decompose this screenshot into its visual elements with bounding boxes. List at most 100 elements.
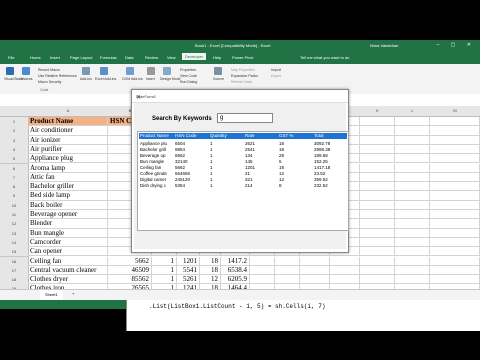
empty-cell[interactable] <box>360 247 395 257</box>
column-header-l[interactable]: L <box>395 106 431 117</box>
import-button[interactable]: Import <box>271 68 281 72</box>
listbox-cell[interactable]: 134 <box>245 153 253 158</box>
table-cell[interactable]: 5541 <box>177 265 200 276</box>
add-sheet-button[interactable]: + <box>72 291 74 296</box>
empty-cell[interactable] <box>395 219 430 229</box>
com-add-ins-icon[interactable] <box>126 67 134 75</box>
expansion-packs-button[interactable]: Expansion Packs <box>231 74 258 78</box>
listbox-cell[interactable]: 1 <box>210 159 213 164</box>
empty-cell[interactable] <box>395 247 430 257</box>
column-header-m[interactable]: M <box>430 106 480 117</box>
table-cell[interactable]: Ceiling fan <box>28 256 108 266</box>
empty-cell[interactable] <box>395 163 430 173</box>
empty-cell[interactable] <box>430 200 480 210</box>
listbox-cell[interactable]: 8 <box>279 183 282 188</box>
empty-cell[interactable] <box>395 126 430 136</box>
empty-cell[interactable] <box>275 265 300 276</box>
source-icon[interactable] <box>214 67 222 75</box>
table-cell[interactable]: Air ionizer <box>28 135 108 145</box>
table-cell[interactable]: 6205.9 <box>221 275 250 285</box>
listbox-cell[interactable]: 3092.78 <box>314 141 330 146</box>
tab-home[interactable]: Home <box>30 55 41 60</box>
empty-cell[interactable] <box>395 210 430 220</box>
table-cell[interactable]: 1 <box>152 256 177 266</box>
empty-cell[interactable] <box>360 228 395 238</box>
tell-me-search[interactable]: Tell me what you want to do <box>300 55 349 60</box>
tab-review[interactable]: Review <box>145 55 158 60</box>
listbox-cell[interactable]: 214 <box>245 183 253 188</box>
table-cell[interactable]: Air purifier <box>28 144 108 155</box>
table-cell[interactable]: 85562 <box>108 275 152 285</box>
table-cell[interactable]: Attic fan <box>28 172 108 183</box>
listbox-cell[interactable]: 2621 <box>245 141 255 146</box>
empty-cell[interactable] <box>430 275 480 285</box>
table-cell[interactable]: Blender <box>28 219 108 229</box>
empty-cell[interactable] <box>360 135 395 145</box>
table-cell[interactable]: Camcorder <box>28 237 108 248</box>
listbox-cell[interactable]: Appliance plu <box>140 141 167 146</box>
tab-power-pivot[interactable]: Power Pivot <box>232 55 253 60</box>
view-code-button[interactable]: View Code <box>180 74 197 78</box>
userform-title-bar[interactable]: UserForm1 ✕ <box>132 90 348 103</box>
listbox-cell[interactable]: 1 <box>210 165 213 170</box>
empty-cell[interactable] <box>360 210 395 220</box>
table-cell[interactable]: Back boiler <box>28 200 108 210</box>
empty-cell[interactable] <box>395 191 430 201</box>
header-cell[interactable]: Product Name <box>28 117 108 127</box>
table-cell[interactable]: 1 <box>152 265 177 276</box>
empty-cell[interactable] <box>330 275 360 285</box>
empty-cell[interactable] <box>275 275 300 285</box>
empty-cell[interactable] <box>360 256 395 266</box>
empty-cell[interactable] <box>430 144 480 155</box>
source-button[interactable]: Source <box>213 77 224 81</box>
listbox-cell[interactable]: 21 <box>245 171 250 176</box>
empty-cell[interactable] <box>395 275 430 285</box>
empty-cell[interactable] <box>430 182 480 192</box>
listbox-cell[interactable]: 6562 <box>175 153 185 158</box>
table-cell[interactable]: Appliance plug <box>28 154 108 164</box>
excel-add-ins-button[interactable]: Excel Add-ins <box>95 77 116 81</box>
search-input[interactable]: g <box>217 113 273 123</box>
vba-code-pane[interactable]: .List(ListBox1.ListCount - 1, 5) = sh.Ce… <box>126 300 480 331</box>
design-mode-button[interactable]: Design Mode <box>160 77 181 81</box>
tab-insert[interactable]: Insert <box>50 55 60 60</box>
table-cell[interactable]: Central vacuum cleaner <box>28 265 108 276</box>
empty-cell[interactable] <box>395 265 430 276</box>
tab-data[interactable]: Data <box>125 55 133 60</box>
empty-cell[interactable] <box>330 265 360 276</box>
empty-cell[interactable] <box>430 210 480 220</box>
listbox-cell[interactable]: 1 <box>210 147 213 152</box>
listbox-cell[interactable]: 232.52 <box>314 183 328 188</box>
listbox-cell[interactable]: 1 <box>210 177 213 182</box>
refresh-data-button[interactable]: Refresh Data <box>231 80 252 84</box>
empty-cell[interactable] <box>300 275 330 285</box>
insert-control-button[interactable]: Insert <box>146 77 155 81</box>
record-macro-button[interactable]: Record Macro <box>38 68 60 72</box>
table-cell[interactable]: 5662 <box>108 256 152 266</box>
visual-basic-icon[interactable] <box>6 67 14 75</box>
export-button[interactable]: Export <box>271 74 281 78</box>
listbox-cell[interactable]: 18 <box>279 141 284 146</box>
listbox-cell[interactable]: 564665 <box>175 171 190 176</box>
column-header-a[interactable]: A <box>28 106 109 117</box>
listbox-cell[interactable]: 23.52 <box>314 171 325 176</box>
table-cell[interactable]: 1417.2 <box>221 256 250 266</box>
listbox-cell[interactable]: 18 <box>279 147 284 152</box>
empty-cell[interactable] <box>395 256 430 266</box>
tab-developer[interactable]: Developer <box>182 53 207 60</box>
table-cell[interactable]: Bachelor griller <box>28 182 108 192</box>
run-dialog-button[interactable]: Run Dialog <box>180 80 197 84</box>
table-cell[interactable]: 6538.4 <box>221 265 250 276</box>
user-name[interactable]: Nima Vahabhan <box>370 43 398 48</box>
add-ins-icon[interactable] <box>82 67 90 75</box>
table-cell[interactable]: 5261 <box>177 275 200 285</box>
empty-cell[interactable] <box>360 200 395 210</box>
listbox-cell[interactable]: 28 <box>279 153 284 158</box>
empty-cell[interactable] <box>430 135 480 145</box>
empty-cell[interactable] <box>395 154 430 164</box>
table-cell[interactable]: Can opener <box>28 247 108 257</box>
macro-security-button[interactable]: Macro Security <box>38 80 61 84</box>
empty-cell[interactable] <box>430 265 480 276</box>
listbox-cell[interactable]: 1 <box>210 141 213 146</box>
table-cell[interactable]: 18 <box>200 265 221 276</box>
